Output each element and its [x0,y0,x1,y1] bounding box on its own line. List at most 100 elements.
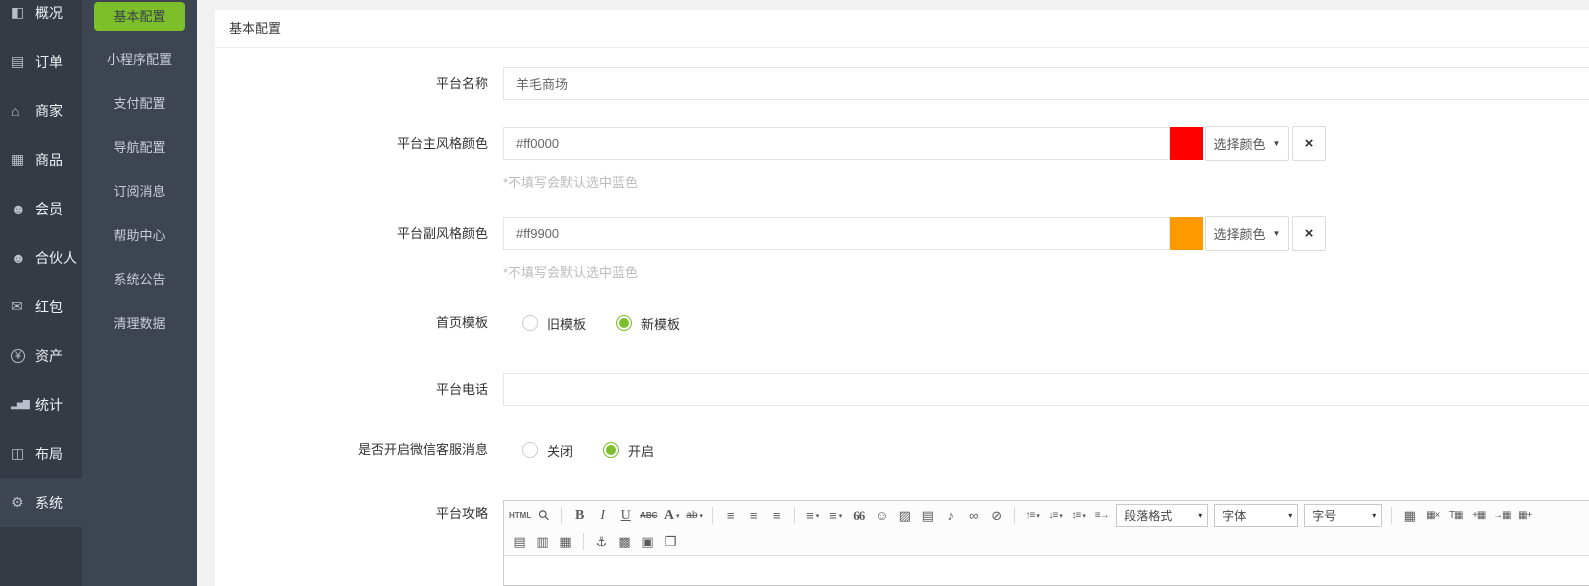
radio-option-old-template[interactable]: 旧模板 [522,314,586,333]
secondary-sidebar: 基本配置小程序配置支付配置导航配置订阅消息帮助中心系统公告清理数据 [82,0,197,586]
goods-icon: ▦ [11,151,35,168]
baidu-map-glyph: ▩ [618,534,630,550]
secondary-color-clear-button[interactable]: × [1292,216,1326,251]
radio-option-label: 新模板 [641,314,680,333]
sidebar-item-merchants[interactable]: ⌂商家 [0,86,82,135]
radio-selected-icon [603,442,619,458]
paste-icon[interactable]: ❐ [659,530,682,553]
insert-row-above-icon[interactable]: +▦ [1467,504,1490,527]
delete-table-glyph: ▦× [1426,510,1439,521]
delete-table-icon[interactable]: ▦× [1421,504,1444,527]
sidebar-item-system[interactable]: ⚙系统 [0,478,82,527]
indent-icon[interactable]: ≡→ [1090,504,1113,527]
ordered-list-glyph: ≡ [806,508,814,523]
preview-icon[interactable]: ⚲ [532,504,555,527]
sidebar-item-layout[interactable]: ◫布局 [0,429,82,478]
radio-option-open[interactable]: 开启 [603,441,654,460]
emoticons-glyph: ☺ [875,508,888,523]
platform-guide-label: 平台攻略 [215,505,488,523]
underline-icon[interactable]: U [614,504,637,527]
sidebar-item-statistics[interactable]: ▂▅▇统计 [0,380,82,429]
insert-column-icon[interactable]: ▦+ [1513,504,1536,527]
submenu-item-basic-config[interactable]: 基本配置 [94,2,185,31]
submenu-item-help-center[interactable]: 帮助中心 [82,214,197,258]
music-icon[interactable]: ♪ [939,504,962,527]
sidebar-item-label: 商品 [35,150,63,170]
submenu-item-nav-config[interactable]: 导航配置 [82,126,197,170]
sidebar-item-red-packet[interactable]: ✉红包 [0,282,82,331]
align-center-icon[interactable]: ≡ [742,504,765,527]
font-color-icon[interactable]: A▾ [660,504,683,527]
platform-name-input[interactable] [503,67,1589,100]
image-icon[interactable]: ▨ [893,504,916,527]
anchor-glyph: ⚓ [596,534,608,550]
sidebar-item-partners[interactable]: ☻合伙人 [0,233,82,282]
baidu-map-icon[interactable]: ▩ [613,530,636,553]
submenu-item-system-notice[interactable]: 系统公告 [82,258,197,302]
caret-down-icon: ▾ [700,512,704,520]
image-glyph: ▨ [899,508,911,524]
rich-text-editor: HTML⚲BIUABCA▾ab▾≡≡≡≡▾≡▾66☺▨▤♪∞⊘↑≡▾↓≡▾↕≡▾… [503,500,1589,586]
basic-config-form: 平台名称 平台主风格颜色 选择颜色 ▼ × *不填写会默认选中蓝色 平台副风格颜… [215,49,1589,586]
caret-down-icon: ▾ [1036,512,1040,520]
submenu-item-payment-config[interactable]: 支付配置 [82,82,197,126]
line-spacing-icon[interactable]: ↕≡▾ [1067,504,1090,527]
font-color-glyph: A [664,508,674,524]
line-height-decrease-icon[interactable]: ↓≡▾ [1044,504,1067,527]
merge-cells-icon[interactable]: ▦ [554,530,577,553]
delete-column-icon[interactable]: ▥ [531,530,554,553]
primary-color-input[interactable] [503,127,1170,160]
caret-down-icon: ▾ [1288,511,1292,520]
strikethrough-icon[interactable]: ABC [637,504,660,527]
source-code-glyph: HTML [509,511,531,520]
unordered-list-icon[interactable]: ≡▾ [824,504,847,527]
platform-phone-input[interactable] [503,373,1589,406]
preview-glyph: ⚲ [534,506,553,525]
anchor-icon[interactable]: ⚓ [590,530,613,553]
table-cell-properties-icon[interactable]: T▦ [1444,504,1467,527]
secondary-color-input[interactable] [503,217,1170,250]
secondary-color-picker-button[interactable]: 选择颜色 ▼ [1205,216,1289,251]
unlink-icon[interactable]: ⊘ [985,504,1008,527]
caret-down-icon: ▼ [1273,139,1281,148]
sidebar-item-goods[interactable]: ▦商品 [0,135,82,184]
highlight-color-icon[interactable]: ab▾ [683,504,706,527]
video-icon[interactable]: ▤ [916,504,939,527]
link-icon[interactable]: ∞ [962,504,985,527]
editor-content[interactable] [504,556,1589,584]
indent-glyph: ≡→ [1095,510,1109,521]
sidebar-item-orders[interactable]: ▤订单 [0,37,82,86]
primary-color-clear-button[interactable]: × [1292,126,1326,161]
blockquote-icon[interactable]: 66 [847,504,870,527]
align-right-icon[interactable]: ≡ [765,504,788,527]
delete-row-icon[interactable]: ▤ [508,530,531,553]
unordered-list-glyph: ≡ [829,508,837,523]
submenu-item-miniprogram-config[interactable]: 小程序配置 [82,38,197,82]
align-left-icon[interactable]: ≡ [719,504,742,527]
line-height-decrease-glyph: ↓≡ [1049,510,1058,521]
insert-row-below-icon[interactable]: →▦ [1490,504,1513,527]
font-family-select[interactable]: 字体▾ [1214,504,1298,527]
wechat-service-label: 是否开启微信客服消息 [215,441,488,459]
sidebar-item-assets[interactable]: ¥资产 [0,331,82,380]
print-icon[interactable]: ▣ [636,530,659,553]
paragraph-format-select[interactable]: 段落格式▾ [1116,504,1208,527]
submenu-item-subscribe-message[interactable]: 订阅消息 [82,170,197,214]
platform-name-label: 平台名称 [215,67,488,100]
sidebar-item-members[interactable]: ☻会员 [0,184,82,233]
submenu-item-clean-data[interactable]: 清理数据 [82,302,197,346]
bold-glyph: B [575,508,584,524]
sidebar-item-overview[interactable]: ◧概况 [0,0,82,37]
home-template-label: 首页模板 [215,314,488,332]
line-height-increase-icon[interactable]: ↑≡▾ [1021,504,1044,527]
italic-icon[interactable]: I [591,504,614,527]
emoticons-icon[interactable]: ☺ [870,504,893,527]
radio-option-new-template[interactable]: 新模板 [616,314,680,333]
primary-color-picker-button[interactable]: 选择颜色 ▼ [1205,126,1289,161]
ordered-list-icon[interactable]: ≡▾ [801,504,824,527]
insert-table-icon[interactable]: ▦ [1398,504,1421,527]
bold-icon[interactable]: B [568,504,591,527]
radio-option-close[interactable]: 关闭 [522,441,573,460]
font-size-select[interactable]: 字号▾ [1304,504,1382,527]
source-code-icon[interactable]: HTML [508,504,532,527]
